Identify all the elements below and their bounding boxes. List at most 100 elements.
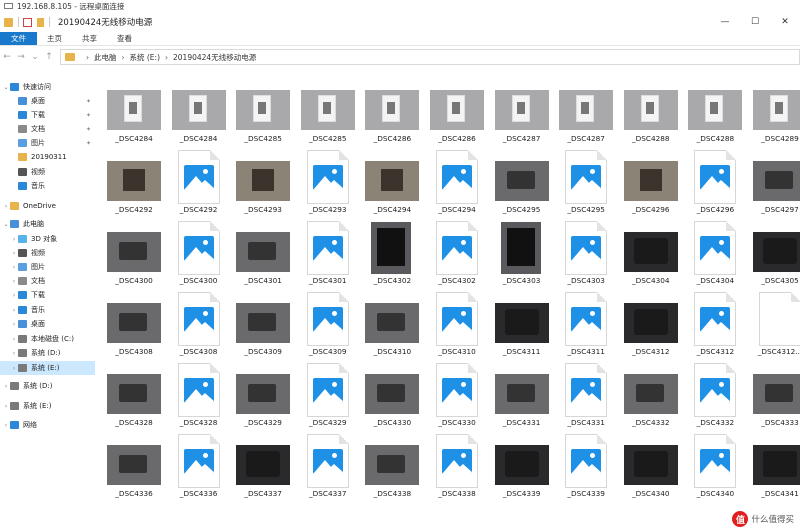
tab-home[interactable]: 主页: [37, 32, 72, 45]
file-item[interactable]: _DSC4286: [361, 78, 423, 144]
file-item[interactable]: _DSC4295: [555, 149, 617, 215]
file-item[interactable]: _DSC4311: [491, 291, 553, 357]
file-item[interactable]: _DSC4312: [620, 291, 682, 357]
file-item[interactable]: _DSC4311: [555, 291, 617, 357]
expand-chevron-icon[interactable]: ⌄: [2, 84, 10, 91]
file-item[interactable]: _DSC4288: [620, 78, 682, 144]
expand-chevron-icon[interactable]: ›: [10, 336, 18, 343]
file-item[interactable]: _DSC4332: [684, 362, 746, 428]
expand-chevron-icon[interactable]: ›: [10, 292, 18, 299]
sidebar-item[interactable]: ⌄ 此电脑: [0, 217, 95, 231]
expand-chevron-icon[interactable]: ›: [2, 422, 10, 429]
file-item[interactable]: _DSC4289: [749, 78, 800, 144]
close-button[interactable]: ✕: [770, 12, 800, 32]
file-item[interactable]: _DSC4285: [297, 78, 359, 144]
maximize-button[interactable]: ☐: [740, 12, 770, 32]
sidebar-item[interactable]: › 3D 对象: [0, 232, 95, 246]
file-item[interactable]: _DSC4309: [232, 291, 294, 357]
file-item[interactable]: _DSC4295: [491, 149, 553, 215]
file-item[interactable]: _DSC4336: [168, 433, 230, 499]
expand-chevron-icon[interactable]: ›: [10, 350, 18, 357]
sidebar-item[interactable]: ⌄ 快速访问: [0, 80, 95, 94]
file-item[interactable]: _DSC4296: [684, 149, 746, 215]
file-item[interactable]: _DSC4285: [232, 78, 294, 144]
file-item[interactable]: _DSC4292: [103, 149, 165, 215]
file-item[interactable]: _DSC4330: [361, 362, 423, 428]
sidebar-item[interactable]: 20190311: [0, 150, 95, 164]
file-item[interactable]: _DSC4292: [168, 149, 230, 215]
sidebar-item[interactable]: 图片 ✦: [0, 136, 95, 150]
sidebar-item[interactable]: › OneDrive: [0, 199, 95, 213]
expand-chevron-icon[interactable]: ⌄: [2, 221, 10, 228]
file-item[interactable]: _DSC4294: [361, 149, 423, 215]
file-item[interactable]: _DSC4341: [749, 433, 800, 499]
breadcrumb-this-pc[interactable]: 此电脑: [94, 52, 117, 63]
expand-chevron-icon[interactable]: ›: [10, 321, 18, 328]
sidebar-item[interactable]: › 系统 (D:): [0, 379, 95, 393]
file-item[interactable]: _DSC4293: [232, 149, 294, 215]
file-item[interactable]: _DSC4312: [684, 291, 746, 357]
file-item[interactable]: _DSC4304: [684, 220, 746, 286]
file-item[interactable]: _DSC4312...: [749, 291, 800, 357]
sidebar-item[interactable]: 音乐: [0, 179, 95, 193]
sidebar-item[interactable]: 下载 ✦: [0, 108, 95, 122]
expand-chevron-icon[interactable]: ›: [10, 250, 18, 257]
file-item[interactable]: _DSC4330: [426, 362, 488, 428]
recent-locations-button[interactable]: ⌄: [28, 52, 42, 62]
file-item[interactable]: _DSC4333: [749, 362, 800, 428]
address-bar[interactable]: › 此电脑 › 系统 (E:) › 20190424无线移动电源: [60, 49, 800, 65]
file-item[interactable]: _DSC4337: [232, 433, 294, 499]
file-item[interactable]: _DSC4328: [103, 362, 165, 428]
sidebar-item[interactable]: › 系统 (D:): [0, 346, 95, 360]
file-item[interactable]: _DSC4288: [684, 78, 746, 144]
sidebar-item[interactable]: › 系统 (E:): [0, 361, 95, 375]
tab-share[interactable]: 共享: [72, 32, 107, 45]
file-item[interactable]: _DSC4310: [426, 291, 488, 357]
file-item[interactable]: _DSC4329: [232, 362, 294, 428]
sidebar-item[interactable]: › 本地磁盘 (C:): [0, 332, 95, 346]
expand-chevron-icon[interactable]: ›: [2, 383, 10, 390]
file-item[interactable]: _DSC4297: [749, 149, 800, 215]
file-item[interactable]: _DSC4309: [297, 291, 359, 357]
back-button[interactable]: ←: [0, 52, 14, 62]
file-item[interactable]: _DSC4300: [168, 220, 230, 286]
file-item[interactable]: _DSC4287: [555, 78, 617, 144]
file-item[interactable]: _DSC4328: [168, 362, 230, 428]
sidebar-item[interactable]: › 视频: [0, 246, 95, 260]
file-item[interactable]: _DSC4339: [555, 433, 617, 499]
file-item[interactable]: _DSC4308: [168, 291, 230, 357]
file-item[interactable]: _DSC4332: [620, 362, 682, 428]
sidebar-item[interactable]: › 网络: [0, 418, 95, 432]
file-item[interactable]: _DSC4284: [103, 78, 165, 144]
expand-chevron-icon[interactable]: ›: [10, 264, 18, 271]
sidebar-item[interactable]: › 系统 (E:): [0, 399, 95, 413]
sidebar-item[interactable]: › 图片: [0, 260, 95, 274]
file-item[interactable]: _DSC4294: [426, 149, 488, 215]
file-item[interactable]: _DSC4296: [620, 149, 682, 215]
file-item[interactable]: _DSC4286: [426, 78, 488, 144]
file-item[interactable]: _DSC4284: [168, 78, 230, 144]
breadcrumb-drive[interactable]: 系统 (E:): [130, 52, 161, 63]
expand-chevron-icon[interactable]: ›: [10, 278, 18, 285]
sidebar-item[interactable]: 文档 ✦: [0, 122, 95, 136]
file-item[interactable]: _DSC4336: [103, 433, 165, 499]
sidebar-item[interactable]: › 桌面: [0, 317, 95, 331]
file-item[interactable]: _DSC4339: [491, 433, 553, 499]
new-folder-icon[interactable]: [37, 17, 44, 27]
sidebar-item[interactable]: › 文档: [0, 274, 95, 288]
file-item[interactable]: _DSC4340: [620, 433, 682, 499]
file-item[interactable]: _DSC4305: [749, 220, 800, 286]
tab-file[interactable]: 文件: [0, 32, 37, 45]
file-item[interactable]: _DSC4338: [426, 433, 488, 499]
file-item[interactable]: _DSC4310: [361, 291, 423, 357]
file-item[interactable]: _DSC4300: [103, 220, 165, 286]
file-item[interactable]: _DSC4293: [297, 149, 359, 215]
up-button[interactable]: ↑: [42, 52, 56, 62]
sidebar-item[interactable]: › 下载: [0, 288, 95, 302]
expand-chevron-icon[interactable]: ›: [10, 236, 18, 243]
breadcrumb-current-folder[interactable]: 20190424无线移动电源: [173, 52, 256, 63]
file-item[interactable]: _DSC4304: [620, 220, 682, 286]
expand-chevron-icon[interactable]: ›: [10, 307, 18, 314]
expand-chevron-icon[interactable]: ›: [2, 403, 10, 410]
file-item[interactable]: _DSC4301: [297, 220, 359, 286]
